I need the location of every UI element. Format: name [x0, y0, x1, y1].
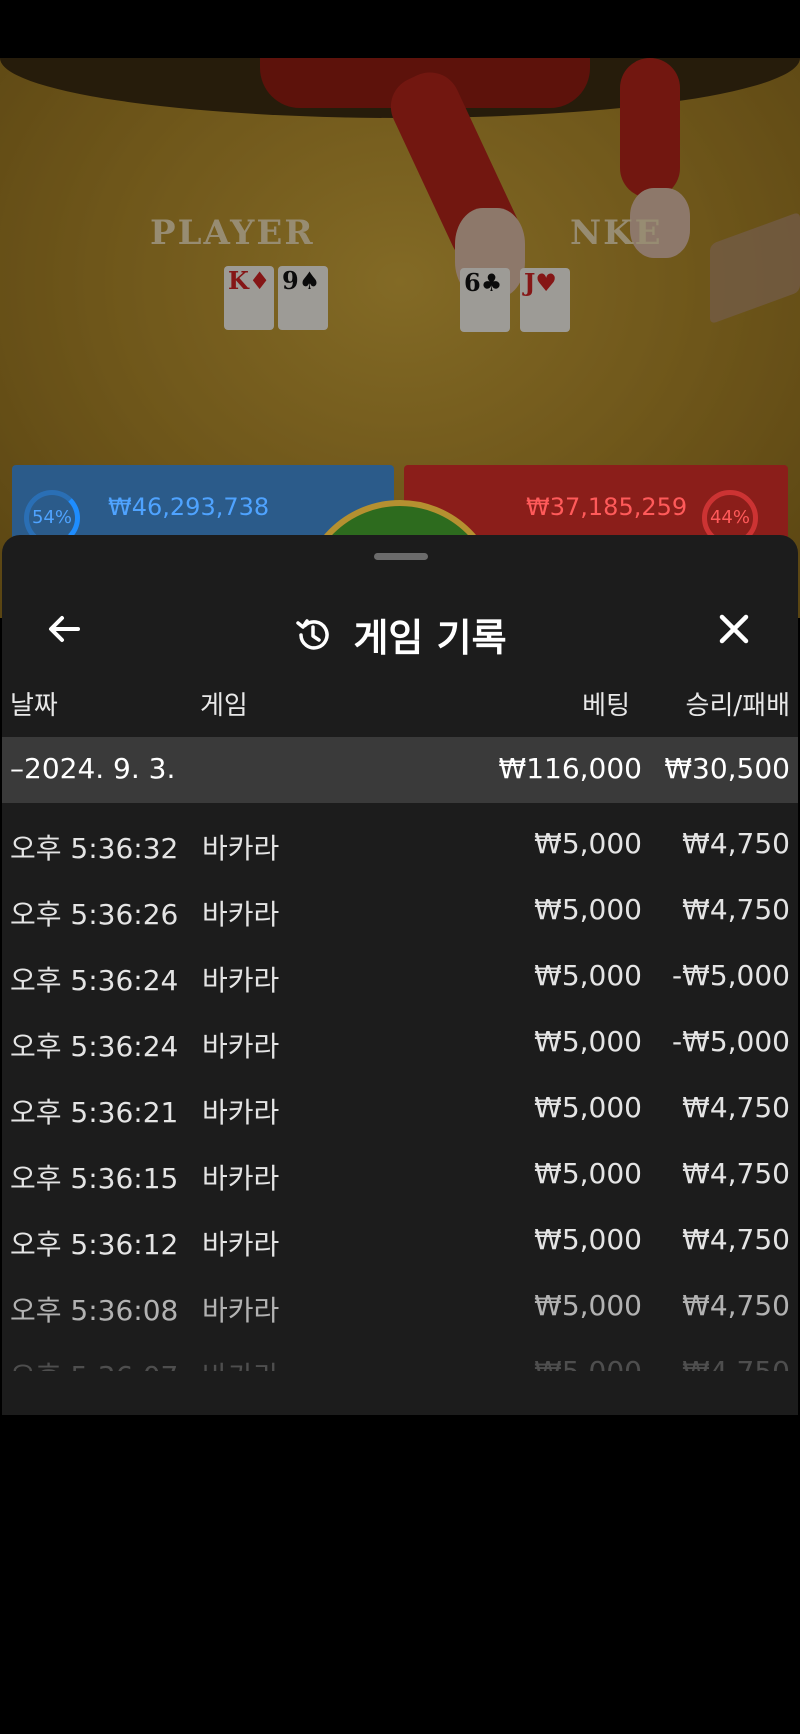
history-row[interactable]: 오후 5:36:08 바카라 ₩5,000 ₩4,750	[2, 1265, 798, 1331]
history-list: 오후 5:36:32 바카라 ₩5,000 ₩4,750 오후 5:36:26 바카라 ₩…	[2, 803, 798, 1371]
day-summary-row[interactable]: –2024. 9. 3. ₩116,000 ₩30,500	[2, 737, 798, 803]
history-clock-icon	[296, 618, 330, 650]
column-date: 날짜	[10, 691, 58, 721]
column-bet: 베팅	[582, 691, 630, 721]
column-game: 게임	[200, 691, 248, 721]
history-row[interactable]: 오후 5:36:15 바카라 ₩5,000 ₩4,750	[2, 1133, 798, 1199]
drag-handle[interactable]	[374, 553, 428, 560]
day-date: –2024. 9. 3.	[10, 752, 176, 785]
history-row[interactable]: 오후 5:36:12 바카라 ₩5,000 ₩4,750	[2, 1199, 798, 1265]
player-total-amount: ₩46,293,738	[108, 493, 270, 521]
history-row[interactable]: 오후 5:36:24 바카라 ₩5,000 -₩5,000	[2, 935, 798, 1001]
column-result: 승리/패배	[685, 691, 790, 721]
history-row[interactable]: 오후 5:36:24 바카라 ₩5,000 -₩5,000	[2, 1001, 798, 1067]
day-bet-total: ₩116,000	[498, 752, 642, 785]
column-headers: 날짜 게임 베팅 승리/패배	[2, 665, 798, 737]
day-result-total: ₩30,500	[664, 752, 790, 785]
history-row[interactable]: 오후 5:36:21 바카라 ₩5,000 ₩4,750	[2, 1067, 798, 1133]
history-row[interactable]: 오후 5:36:32 바카라 ₩5,000 ₩4,750	[2, 803, 798, 869]
top-status-strip	[0, 0, 800, 58]
sheet-title: 게임 기록	[353, 616, 507, 660]
close-icon	[719, 614, 749, 644]
history-row[interactable]: 오후 5:36:07바카라₩5,000₩4,750	[2, 1331, 798, 1371]
banker-total-amount: ₩37,185,259	[526, 493, 688, 521]
game-history-sheet: 게임 기록 날짜 게임 베팅 승리/패배 –2024. 9. 3. ₩116,0…	[2, 535, 798, 1415]
close-button[interactable]	[710, 605, 758, 653]
history-row[interactable]: 오후 5:36:26 바카라 ₩5,000 ₩4,750	[2, 869, 798, 935]
